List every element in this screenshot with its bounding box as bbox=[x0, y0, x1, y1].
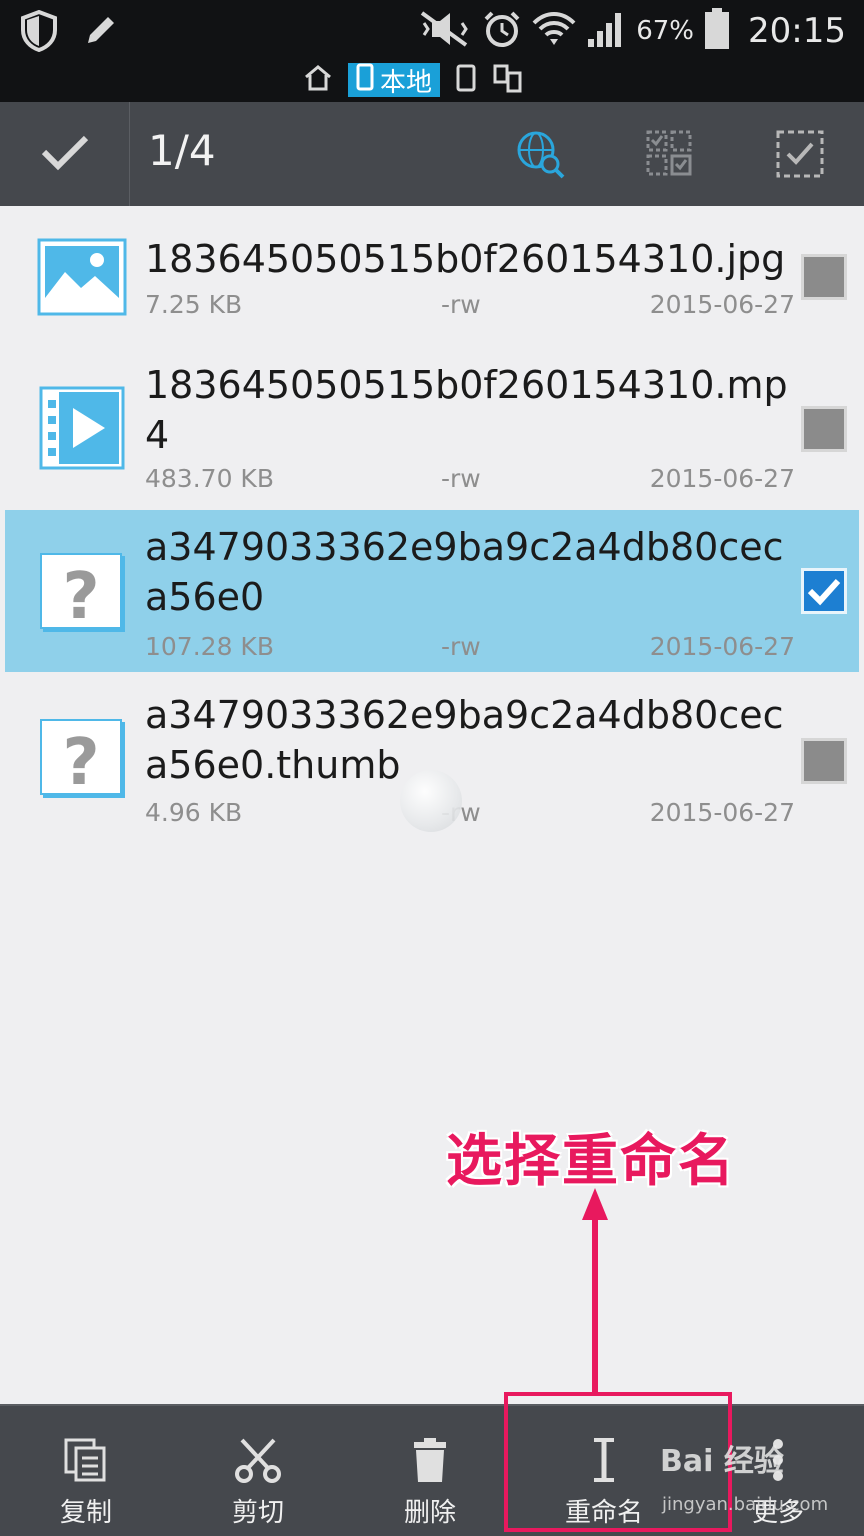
checkmark-icon bbox=[40, 132, 90, 176]
file-size: 7.25 KB bbox=[145, 290, 243, 319]
delete-label: 删除 bbox=[403, 1498, 456, 1528]
phone-icon bbox=[356, 63, 374, 98]
home-icon[interactable] bbox=[302, 63, 334, 97]
select-range-icon[interactable] bbox=[644, 128, 696, 180]
file-size: 483.70 KB bbox=[145, 464, 274, 493]
file-meta: 7.25 KB -rw 2015-06-27 bbox=[145, 290, 795, 324]
scissors-icon bbox=[234, 1436, 282, 1484]
file-checkbox[interactable] bbox=[801, 406, 847, 452]
signal-icon bbox=[586, 9, 626, 53]
clock: 20:15 bbox=[748, 11, 846, 51]
watermark-url: jingyan.baidu.com bbox=[662, 1494, 829, 1515]
list-item[interactable]: 183645050515b0f260154310.mp4 483.70 KB -… bbox=[5, 354, 859, 504]
file-permissions: -rw bbox=[441, 464, 481, 493]
file-meta: 4.96 KB -rw 2015-06-27 bbox=[145, 798, 795, 832]
status-bar: 67% 20:15 bbox=[0, 0, 864, 62]
mute-icon bbox=[416, 9, 472, 53]
shield-icon bbox=[20, 9, 58, 56]
battery-icon bbox=[704, 8, 730, 54]
copy-label: 复制 bbox=[59, 1498, 112, 1528]
file-checkbox-checked[interactable] bbox=[801, 568, 847, 614]
file-date: 2015-06-27 bbox=[649, 798, 795, 827]
trash-icon bbox=[406, 1436, 454, 1484]
web-search-icon[interactable] bbox=[514, 128, 566, 180]
file-name: 183645050515b0f260154310.jpg bbox=[145, 237, 786, 281]
unknown-file-icon: ? bbox=[39, 718, 129, 800]
tab-local-label: 本地 bbox=[380, 67, 433, 98]
file-permissions: -rw bbox=[441, 632, 481, 661]
file-size: 107.28 KB bbox=[145, 632, 274, 661]
select-all-icon[interactable] bbox=[774, 128, 826, 180]
selection-count: 1/4 bbox=[148, 126, 216, 175]
file-meta: 483.70 KB -rw 2015-06-27 bbox=[145, 464, 795, 498]
delete-button[interactable]: 删除 bbox=[344, 1406, 516, 1536]
pencil-icon bbox=[80, 11, 120, 55]
copy-button[interactable]: 复制 bbox=[0, 1406, 172, 1536]
app-screen: 67% 20:15 本地 1/4 183645050515b0f26015431… bbox=[0, 0, 864, 1536]
file-name: a3479033362e9ba9c2a4db80ceca56e0 bbox=[145, 525, 784, 619]
alarm-icon bbox=[482, 9, 522, 53]
done-button[interactable] bbox=[0, 102, 130, 206]
watermark-logo: Bai 经验 bbox=[660, 1444, 784, 1479]
wifi-icon bbox=[532, 9, 576, 53]
file-name: 183645050515b0f260154310.mp4 bbox=[145, 363, 788, 457]
selection-action-bar: 1/4 bbox=[0, 102, 864, 206]
checkmark-icon bbox=[807, 578, 841, 606]
file-name: a3479033362e9ba9c2a4db80ceca56e0.thumb bbox=[145, 693, 784, 787]
file-checkbox[interactable] bbox=[801, 254, 847, 300]
location-bar: 本地 bbox=[0, 62, 864, 102]
list-item-selected[interactable]: ? a3479033362e9ba9c2a4db80ceca56e0 107.2… bbox=[5, 510, 859, 672]
cut-button[interactable]: 剪切 bbox=[172, 1406, 344, 1536]
list-item[interactable]: 183645050515b0f260154310.jpg 7.25 KB -rw… bbox=[5, 224, 859, 344]
battery-percent: 67% bbox=[636, 16, 695, 46]
unknown-file-icon: ? bbox=[39, 552, 129, 634]
device-icon[interactable] bbox=[454, 63, 478, 97]
cut-label: 剪切 bbox=[231, 1498, 284, 1528]
copy-icon bbox=[62, 1436, 110, 1484]
video-file-icon bbox=[39, 386, 129, 470]
tab-local[interactable]: 本地 bbox=[348, 63, 441, 98]
network-devices-icon[interactable] bbox=[492, 63, 524, 97]
file-meta: 107.28 KB -rw 2015-06-27 bbox=[145, 632, 795, 666]
svg-text:?: ? bbox=[62, 726, 99, 800]
file-size: 4.96 KB bbox=[145, 798, 243, 827]
file-date: 2015-06-27 bbox=[649, 464, 795, 493]
file-checkbox[interactable] bbox=[801, 738, 847, 784]
file-date: 2015-06-27 bbox=[649, 632, 795, 661]
image-file-icon bbox=[37, 238, 127, 316]
file-permissions: -rw bbox=[441, 290, 481, 319]
svg-text:?: ? bbox=[62, 560, 99, 634]
annotation-arrow bbox=[582, 1188, 608, 1396]
touch-indicator bbox=[400, 770, 462, 832]
file-date: 2015-06-27 bbox=[649, 290, 795, 319]
